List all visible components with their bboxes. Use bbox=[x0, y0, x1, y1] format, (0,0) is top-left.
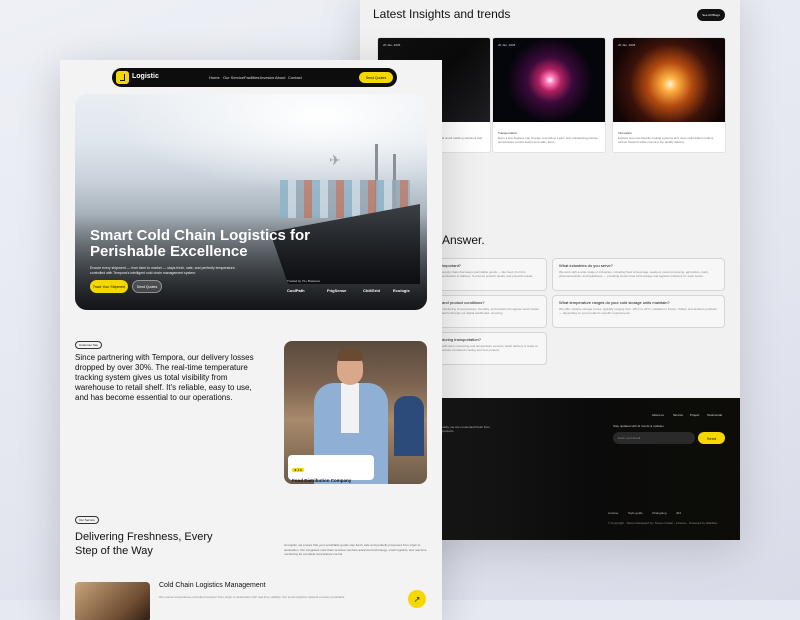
nav-about[interactable]: About bbox=[275, 75, 285, 80]
footer-copyright: © Copyright - Tempo Designed by: Tempo I… bbox=[608, 521, 718, 525]
insights-title: Latest Insights and trends bbox=[373, 7, 511, 21]
hero-subtitle: Ensure every shipment — from farm to mar… bbox=[90, 266, 236, 275]
arrow-up-right-icon[interactable]: ↗ bbox=[408, 590, 426, 608]
service-item-subtitle: We ensure temperature-controlled transpo… bbox=[159, 595, 345, 599]
front-page: Logistic Home Our Service Facilities Inv… bbox=[60, 60, 442, 620]
service-tag: Our Service bbox=[75, 516, 99, 524]
hero-title: Smart Cold Chain Logistics for Perishabl… bbox=[90, 227, 311, 260]
background-person bbox=[394, 396, 424, 456]
service-item-image bbox=[75, 582, 150, 620]
footer-link-license[interactable]: License bbox=[608, 511, 618, 515]
partner-logo-coolpath: CoolPath bbox=[287, 288, 305, 293]
trusted-label: Trusted by 70+ Business bbox=[287, 279, 320, 283]
logo-icon[interactable] bbox=[116, 71, 129, 84]
see-all-blogs-button[interactable]: See All Blogs bbox=[697, 9, 725, 21]
airplane-icon: ✈ bbox=[329, 152, 341, 168]
service-title: Delivering Freshness, Every Step of the … bbox=[75, 531, 213, 557]
hero-banner: ✈ Smart Cold Chain Logistics for Perisha… bbox=[75, 94, 427, 310]
faq-item[interactable]: What temperature ranges do your cold sto… bbox=[552, 295, 725, 328]
newsletter-label: Stay updated with Al trends & updates bbox=[613, 424, 664, 428]
partner-logo-chillgrid: ChillGrid bbox=[363, 288, 380, 293]
nav-home[interactable]: Home bbox=[209, 75, 220, 80]
blog-card-tag: Innovation bbox=[618, 131, 632, 135]
faq-question: What industries do you serve? bbox=[559, 263, 613, 268]
track-shipment-button[interactable]: Track Your Shipment bbox=[90, 280, 128, 293]
send-quotes-button[interactable]: Send Quotes bbox=[359, 72, 393, 83]
faq-item[interactable]: during transportation? with strict monit… bbox=[435, 332, 547, 365]
faq-question: What temperature ranges do your cold sto… bbox=[559, 300, 670, 305]
newsletter-email-input[interactable]: Enter your Email bbox=[613, 432, 695, 444]
author-company: Food Distribution Company bbox=[292, 478, 352, 483]
faq-answer: with strict monitoring and temperature s… bbox=[442, 344, 538, 352]
footer-left-text: uality, we are on-demand fresh from prod… bbox=[442, 425, 490, 433]
partner-logo-ecologix: Ecologix bbox=[393, 288, 410, 293]
testimonial-author-card: ★ 4.8 Food Distribution Company Martin S… bbox=[288, 455, 374, 483]
person-hair bbox=[337, 349, 363, 361]
footer-nav-testimonial[interactable]: Testimonial bbox=[707, 413, 722, 417]
blog-card-image bbox=[493, 38, 605, 122]
testimonial-quote: Since partnering with Tempora, our deliv… bbox=[75, 353, 254, 402]
blog-card-date: 20 Jan, 2026 bbox=[618, 43, 636, 47]
testimonial-photo: ★ 4.8 Food Distribution Company Martin S… bbox=[284, 341, 427, 484]
nav-facilities[interactable]: Facilities bbox=[244, 75, 260, 80]
service-item-title[interactable]: Cold Chain Logistics Management bbox=[159, 582, 266, 589]
nav-contact[interactable]: Contact bbox=[288, 75, 302, 80]
faq-item[interactable]: important? supply chain that keeps peris… bbox=[435, 258, 547, 291]
brand-name[interactable]: Logistic bbox=[132, 73, 159, 80]
footer-link-style-guide[interactable]: Style guide bbox=[628, 511, 643, 515]
faq-question: during transportation? bbox=[442, 337, 481, 342]
blog-card-date: 20 Jan, 2026 bbox=[383, 43, 401, 47]
footer-link-404[interactable]: 404 bbox=[676, 511, 681, 515]
footer-nav-project[interactable]: Project bbox=[690, 413, 699, 417]
hero-send-quotes-button[interactable]: Send Quotes bbox=[132, 280, 162, 293]
nav-investor[interactable]: Investor bbox=[260, 75, 274, 80]
person-shirt bbox=[341, 383, 359, 433]
footer-link-changelog[interactable]: Changelog bbox=[652, 511, 667, 515]
faq-answer: We work with a wide range of industries,… bbox=[559, 270, 709, 278]
blog-card[interactable]: 20 Jan, 2026 Transportation Even a few d… bbox=[492, 37, 606, 153]
faq-item[interactable]: What industries do you serve? We work wi… bbox=[552, 258, 725, 291]
faq-question: important? bbox=[442, 263, 461, 268]
rating-badge: ★ 4.8 bbox=[292, 468, 304, 472]
newsletter-send-button[interactable]: Send bbox=[698, 432, 725, 444]
blog-card-date: 20 Jan, 2026 bbox=[498, 43, 516, 47]
testimonial-tag: Customer Say bbox=[75, 341, 103, 349]
faq-question: and product conditions? bbox=[442, 300, 485, 305]
service-description: At logistic, we ensure that your perisha… bbox=[284, 543, 427, 556]
blog-card-tag: Transportation bbox=[498, 131, 518, 135]
blog-card-text: Explore how eco-friendly cooling systems… bbox=[618, 136, 714, 144]
faq-title: Answer. bbox=[442, 233, 485, 247]
partner-logo-frigsense: FrigSense bbox=[327, 288, 347, 293]
nav-our-service[interactable]: Our Service bbox=[223, 75, 244, 80]
faq-answer: We offer multiple storage zones, typical… bbox=[559, 307, 717, 315]
navbar: Logistic Home Our Service Facilities Inv… bbox=[112, 68, 397, 87]
faq-answer: supply chain that keeps perishable goods… bbox=[442, 270, 534, 278]
footer-nav-service[interactable]: Service bbox=[673, 413, 683, 417]
footer-nav-about[interactable]: About us bbox=[652, 413, 664, 417]
blog-card[interactable]: 20 Jan, 2026 Innovation Explore how eco-… bbox=[612, 37, 726, 153]
blog-card-text: Even a few degrees can change everything… bbox=[498, 136, 598, 144]
faq-answer: monitoring of temperature, humidity, and… bbox=[442, 307, 540, 315]
faq-item[interactable]: and product conditions? monitoring of te… bbox=[435, 295, 547, 328]
blog-card-image bbox=[613, 38, 725, 122]
